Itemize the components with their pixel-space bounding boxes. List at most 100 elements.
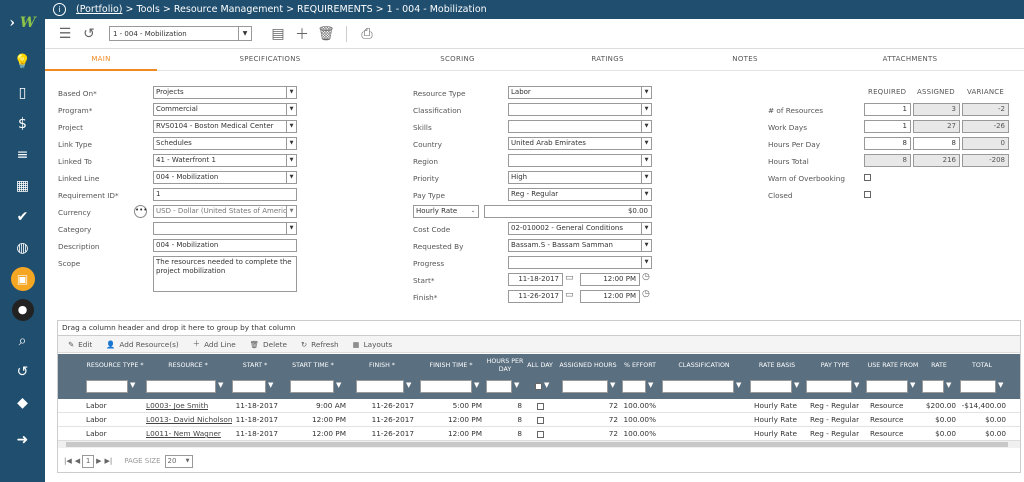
classification-select[interactable]: ▼ bbox=[508, 103, 652, 116]
start-date-input[interactable]: 11-18-2017 bbox=[508, 273, 563, 286]
layouts-icon[interactable]: ▦ bbox=[353, 340, 360, 349]
closed-checkbox[interactable] bbox=[864, 191, 871, 198]
filter-icon[interactable]: ▼ bbox=[910, 381, 915, 389]
filter-input[interactable] bbox=[420, 380, 472, 393]
delete-icon[interactable]: 🗑 bbox=[250, 340, 259, 349]
page-size-select[interactable]: 20 ▼ bbox=[164, 454, 193, 468]
filter-icon[interactable]: ▼ bbox=[648, 381, 653, 389]
portfolio-link[interactable]: (Portfolio) bbox=[76, 4, 123, 15]
filter-input[interactable] bbox=[232, 380, 266, 393]
currency-select[interactable]: USD - Dollar (United States of Americ ▼ bbox=[153, 205, 297, 218]
col-classification[interactable]: CLASSIFICATION bbox=[660, 354, 748, 378]
tab-main[interactable]: MAIN bbox=[45, 49, 157, 71]
logo[interactable]: › W bbox=[0, 0, 45, 46]
all-day-filter-checkbox[interactable] bbox=[535, 383, 542, 390]
all-day-checkbox[interactable] bbox=[536, 416, 544, 424]
finish-date-input[interactable]: 11-26-2017 bbox=[508, 290, 563, 303]
edit-icon[interactable]: ✎ bbox=[68, 340, 74, 349]
project-select[interactable]: RVS0104 - Boston Medical Center ▼ bbox=[153, 120, 297, 133]
add-resources-button[interactable]: Add Resource(s) bbox=[119, 340, 178, 349]
num-resources-required[interactable]: 1 bbox=[864, 103, 911, 116]
resource-link[interactable]: L0011- Nem Wagner bbox=[146, 427, 221, 441]
link-type-select[interactable]: Schedules ▼ bbox=[153, 137, 297, 150]
save-icon[interactable]: ▤ bbox=[266, 26, 290, 42]
add-icon[interactable]: ＋ bbox=[290, 24, 314, 44]
col-assigned-hours[interactable]: ASSIGNED HOURS bbox=[556, 354, 620, 378]
gantt-icon[interactable]: ≡ bbox=[0, 139, 45, 170]
calendar-icon[interactable]: ▭ bbox=[565, 273, 574, 283]
filter-icon[interactable]: ▼ bbox=[218, 381, 223, 389]
history-icon[interactable]: ↺ bbox=[77, 26, 101, 42]
linked-to-select[interactable]: 41 - Waterfront 1 ▼ bbox=[153, 154, 297, 167]
progress-select[interactable]: ▼ bbox=[508, 256, 652, 269]
tab-attachments[interactable]: ATTACHMENTS bbox=[835, 49, 985, 71]
filter-input[interactable] bbox=[146, 380, 216, 393]
add-icon[interactable]: ＋ bbox=[193, 339, 200, 349]
tab-ratings[interactable]: RATINGS bbox=[555, 49, 660, 71]
hours-per-day-assigned[interactable]: 8 bbox=[913, 137, 960, 150]
filter-icon[interactable]: ▼ bbox=[406, 381, 411, 389]
filter-icon[interactable]: ▼ bbox=[854, 381, 859, 389]
col-use-rate-from[interactable]: USE RATE FROM bbox=[866, 354, 920, 378]
requested-by-select[interactable]: Bassam.S - Bassam Samman ▼ bbox=[508, 239, 652, 252]
category-select[interactable]: ▼ bbox=[153, 222, 297, 235]
last-page-icon[interactable]: ▶| bbox=[105, 457, 113, 465]
work-days-required[interactable]: 1 bbox=[864, 120, 911, 133]
info-icon[interactable]: i bbox=[53, 3, 66, 16]
tab-specifications[interactable]: SPECIFICATIONS bbox=[215, 49, 325, 71]
requirement-id-input[interactable]: 1 bbox=[153, 188, 297, 201]
filter-input[interactable] bbox=[922, 380, 944, 393]
filter-input[interactable] bbox=[960, 380, 996, 393]
col-rate[interactable]: RATE bbox=[922, 354, 956, 378]
scope-textarea[interactable]: The resources needed to complete the pro… bbox=[153, 256, 297, 292]
hours-per-day-required[interactable]: 8 bbox=[864, 137, 911, 150]
filter-input[interactable] bbox=[622, 380, 646, 393]
description-input[interactable]: 004 - Mobilization bbox=[153, 239, 297, 252]
col-all-day[interactable]: ALL DAY bbox=[526, 354, 554, 378]
clock-icon[interactable]: ◷ bbox=[642, 289, 650, 299]
finish-time-input[interactable]: 12:00 PM bbox=[580, 290, 640, 303]
print-icon[interactable]: ⎙ bbox=[355, 26, 379, 42]
resource-type-select[interactable]: Labor ▼ bbox=[508, 86, 652, 99]
skills-select[interactable]: ▼ bbox=[508, 120, 652, 133]
pay-type-select[interactable]: Reg - Regular ▼ bbox=[508, 188, 652, 201]
filter-icon[interactable]: ▼ bbox=[998, 381, 1003, 389]
region-select[interactable]: ▼ bbox=[508, 154, 652, 167]
list-icon[interactable]: ☰ bbox=[53, 26, 77, 42]
graduation-icon[interactable]: ◆ bbox=[0, 387, 45, 418]
tab-scoring[interactable]: SCORING bbox=[405, 49, 510, 71]
filter-input[interactable] bbox=[866, 380, 908, 393]
refresh-button[interactable]: Refresh bbox=[311, 340, 339, 349]
scrollbar-thumb[interactable] bbox=[66, 442, 1008, 447]
priority-select[interactable]: High ▼ bbox=[508, 171, 652, 184]
resource-link[interactable]: L0013- David Nicholson bbox=[146, 413, 232, 427]
col-finish[interactable]: FINISH * bbox=[348, 354, 416, 378]
table-row[interactable]: Labor L0003- Joe Smith 11-18-2017 9:00 A… bbox=[58, 399, 1020, 413]
col-hours-per-day[interactable]: HOURS PER DAY bbox=[486, 354, 524, 378]
calendar-icon[interactable]: ▭ bbox=[565, 290, 574, 300]
record-select[interactable]: 1 - 004 - Mobilization ▼ bbox=[109, 26, 252, 41]
filter-icon[interactable]: ▼ bbox=[544, 381, 549, 389]
layouts-button[interactable]: Layouts bbox=[364, 340, 393, 349]
col-resource-type[interactable]: RESOURCE TYPE * bbox=[86, 354, 144, 378]
check-icon[interactable]: ✔ bbox=[0, 201, 45, 232]
col-pay-type[interactable]: PAY TYPE bbox=[806, 354, 864, 378]
filter-input[interactable] bbox=[662, 380, 734, 393]
filter-icon[interactable]: ▼ bbox=[794, 381, 799, 389]
document-icon[interactable]: ▯ bbox=[0, 77, 45, 108]
filter-icon[interactable]: ▼ bbox=[474, 381, 479, 389]
col-start-time[interactable]: START TIME * bbox=[280, 354, 346, 378]
col-start[interactable]: START * bbox=[232, 354, 278, 378]
horizontal-scrollbar[interactable] bbox=[58, 440, 1020, 448]
table-row[interactable]: Labor L0011- Nem Wagner 11-18-2017 12:00… bbox=[58, 427, 1020, 441]
linked-line-select[interactable]: 004 - Mobilization ▼ bbox=[153, 171, 297, 184]
delete-button[interactable]: Delete bbox=[263, 340, 287, 349]
prev-page-icon[interactable]: ◀ bbox=[75, 457, 80, 465]
filter-icon[interactable]: ▼ bbox=[946, 381, 951, 389]
clock-icon[interactable]: ◷ bbox=[642, 272, 650, 282]
dollar-icon[interactable]: $ bbox=[0, 108, 45, 139]
filter-icon[interactable]: ▼ bbox=[736, 381, 741, 389]
filter-input[interactable] bbox=[356, 380, 404, 393]
person-icon[interactable]: 👤 bbox=[106, 340, 115, 349]
logout-icon[interactable]: ➜ bbox=[0, 424, 45, 455]
